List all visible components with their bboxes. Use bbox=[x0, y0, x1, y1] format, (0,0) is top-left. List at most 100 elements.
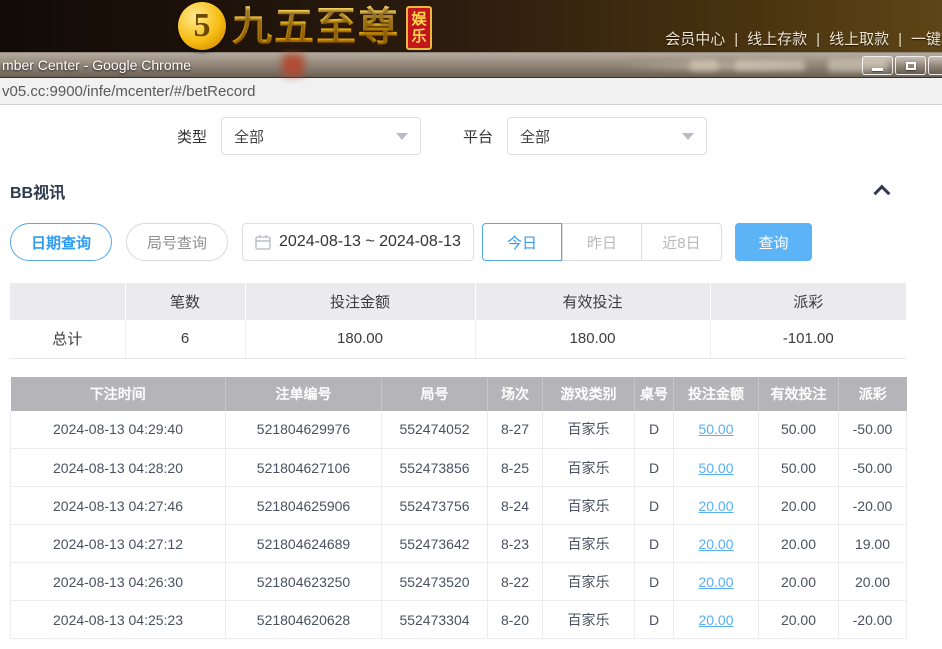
table-row: 2024-08-13 04:27:46521804625906552473756… bbox=[11, 487, 907, 525]
summary-column-header bbox=[10, 283, 125, 320]
cell: 20.00 bbox=[759, 563, 839, 601]
cell: 20.00 bbox=[839, 563, 907, 601]
url-text: v05.cc:9900/infe/mcenter/#/betRecord bbox=[0, 83, 255, 100]
detail-column-header: 下注时间 bbox=[11, 377, 226, 411]
bet-amount-link[interactable]: 50.00 bbox=[698, 460, 733, 476]
cell: 521804623250 bbox=[226, 563, 382, 601]
logo-title: 九五至尊 bbox=[232, 2, 400, 52]
cell: 2024-08-13 04:29:40 bbox=[11, 411, 226, 449]
decorative-swirl bbox=[612, 59, 822, 73]
top-nav: 会员中心|线上存款|线上取款|一键转 bbox=[665, 28, 942, 49]
logo-coin-icon: 5 bbox=[178, 2, 226, 50]
cell: 521804625906 bbox=[226, 487, 382, 525]
type-filter-label: 类型 bbox=[177, 126, 207, 147]
cell: D bbox=[635, 487, 674, 525]
detail-column-header: 有效投注 bbox=[759, 377, 839, 411]
nav-online-withdraw[interactable]: 线上取款 bbox=[829, 31, 889, 48]
round-query-button[interactable]: 局号查询 bbox=[126, 223, 228, 261]
yesterday-button[interactable]: 昨日 bbox=[562, 223, 642, 261]
cell: -20.00 bbox=[839, 601, 907, 639]
maximize-icon bbox=[906, 62, 916, 70]
cell: D bbox=[635, 525, 674, 563]
address-bar[interactable]: v05.cc:9900/infe/mcenter/#/betRecord bbox=[0, 78, 942, 105]
cell: -20.00 bbox=[839, 487, 907, 525]
window-titlebar: mber Center - Google Chrome bbox=[0, 52, 942, 78]
bet-amount-link[interactable]: 20.00 bbox=[698, 574, 733, 590]
cell: 50.00 bbox=[674, 411, 759, 449]
summary-column-header: 有效投注 bbox=[475, 283, 710, 320]
platform-select[interactable]: 全部 bbox=[507, 117, 707, 155]
summary-total-value: -101.00 bbox=[710, 320, 906, 358]
cell: 521804620628 bbox=[226, 601, 382, 639]
summary-column-header: 笔数 bbox=[125, 283, 245, 320]
summary-total-label: 总计 bbox=[10, 320, 125, 358]
table-row: 2024-08-13 04:26:30521804623250552473520… bbox=[11, 563, 907, 601]
cell: 百家乐 bbox=[543, 525, 635, 563]
detail-column-header: 派彩 bbox=[839, 377, 907, 411]
nav-member-center[interactable]: 会员中心 bbox=[665, 31, 725, 48]
table-row: 2024-08-13 04:25:23521804620628552473304… bbox=[11, 601, 907, 639]
bet-amount-link[interactable]: 20.00 bbox=[698, 498, 733, 514]
cell: D bbox=[635, 449, 674, 487]
date-query-button[interactable]: 日期查询 bbox=[10, 223, 112, 261]
casino-banner: 5 九五至尊 娱 乐 会员中心|线上存款|线上取款|一键转 bbox=[0, 0, 942, 52]
logo-number: 5 bbox=[194, 7, 211, 45]
cell: D bbox=[635, 563, 674, 601]
summary-table: 笔数投注金额有效投注派彩 总计6180.00180.00-101.00 bbox=[10, 283, 906, 359]
cell: 521804624689 bbox=[226, 525, 382, 563]
table-row: 2024-08-13 04:29:40521804629976552474052… bbox=[11, 411, 907, 449]
query-controls: 日期查询 局号查询 2024-08-13 ~ 2024-08-13 今日 昨日 … bbox=[10, 223, 932, 261]
cell: 2024-08-13 04:27:12 bbox=[11, 525, 226, 563]
cell: 百家乐 bbox=[543, 487, 635, 525]
summary-total-value: 6 bbox=[125, 320, 245, 358]
nav-online-deposit[interactable]: 线上存款 bbox=[747, 31, 807, 48]
nav-separator: | bbox=[898, 31, 902, 48]
cell: 50.00 bbox=[674, 449, 759, 487]
cell: 20.00 bbox=[674, 487, 759, 525]
chevron-down-icon bbox=[396, 133, 408, 140]
cell: 2024-08-13 04:27:46 bbox=[11, 487, 226, 525]
nav-one-key-transfer[interactable]: 一键转 bbox=[911, 31, 942, 48]
type-select-value: 全部 bbox=[234, 126, 264, 147]
logo-entertainment-badge: 娱 乐 bbox=[406, 6, 432, 50]
collapse-chevron-up-icon[interactable] bbox=[873, 185, 890, 202]
quick-date-group: 今日 昨日 近8日 bbox=[482, 223, 722, 261]
cell: 20.00 bbox=[759, 601, 839, 639]
window-title: mber Center - Google Chrome bbox=[2, 57, 191, 73]
filter-row: 类型 全部 平台 全部 bbox=[10, 117, 932, 155]
summary-total-value: 180.00 bbox=[475, 320, 710, 358]
summary-total-row: 总计6180.00180.00-101.00 bbox=[10, 320, 906, 358]
cell: 20.00 bbox=[674, 525, 759, 563]
bet-amount-link[interactable]: 20.00 bbox=[698, 612, 733, 628]
detail-column-header: 局号 bbox=[382, 377, 488, 411]
search-button[interactable]: 查询 bbox=[735, 223, 812, 261]
logo-seal-blur bbox=[282, 54, 304, 76]
maximize-button[interactable] bbox=[895, 56, 926, 75]
cell: 2024-08-13 04:25:23 bbox=[11, 601, 226, 639]
cell: 552473856 bbox=[382, 449, 488, 487]
section-header: BB视讯 bbox=[10, 179, 932, 203]
today-button[interactable]: 今日 bbox=[482, 223, 562, 261]
last-8-days-button[interactable]: 近8日 bbox=[642, 223, 722, 261]
cell: 552473304 bbox=[382, 601, 488, 639]
cell: 8-20 bbox=[488, 601, 543, 639]
cell: 521804629976 bbox=[226, 411, 382, 449]
minimize-button[interactable] bbox=[862, 56, 893, 75]
cell: 20.00 bbox=[759, 525, 839, 563]
bet-amount-link[interactable]: 20.00 bbox=[698, 536, 733, 552]
cell: 552473756 bbox=[382, 487, 488, 525]
cell: 百家乐 bbox=[543, 411, 635, 449]
detail-header-row: 下注时间注单编号局号场次游戏类别桌号投注金额有效投注派彩 bbox=[11, 377, 907, 411]
nav-separator: | bbox=[816, 31, 820, 48]
cell: 521804627106 bbox=[226, 449, 382, 487]
summary-total-value: 180.00 bbox=[245, 320, 475, 358]
table-row: 2024-08-13 04:28:20521804627106552473856… bbox=[11, 449, 907, 487]
bet-amount-link[interactable]: 50.00 bbox=[698, 421, 733, 437]
type-select[interactable]: 全部 bbox=[221, 117, 421, 155]
detail-column-header: 注单编号 bbox=[226, 377, 382, 411]
date-range-input[interactable]: 2024-08-13 ~ 2024-08-13 bbox=[242, 223, 474, 261]
cell: 8-24 bbox=[488, 487, 543, 525]
date-range-value: 2024-08-13 ~ 2024-08-13 bbox=[279, 233, 461, 251]
cell: 20.00 bbox=[674, 601, 759, 639]
close-button[interactable] bbox=[928, 56, 942, 75]
